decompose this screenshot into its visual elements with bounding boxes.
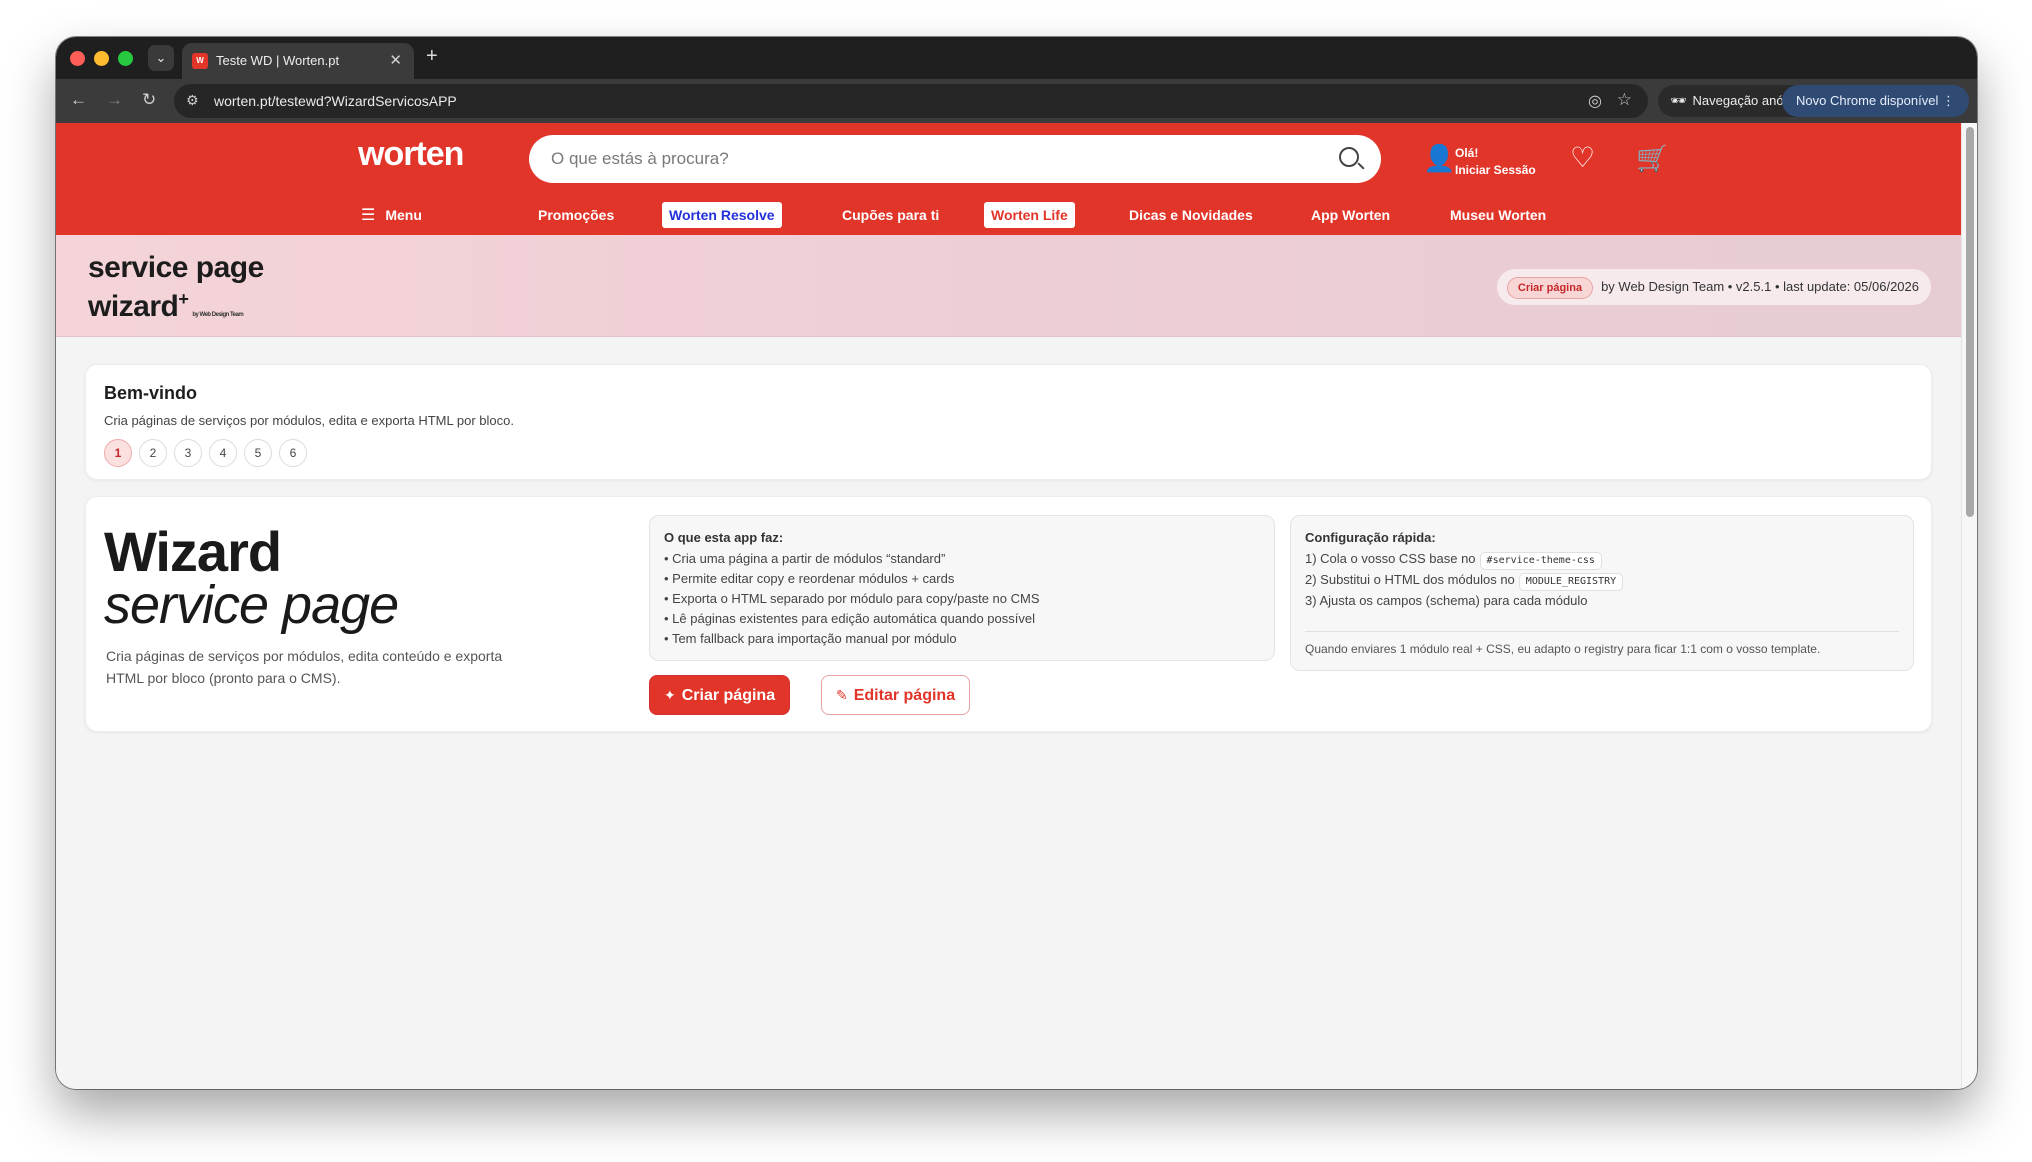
page-viewport: worten 👤 Olá! Iniciar Sessão ♡ 🛒 ☰ Menu P… [56, 123, 1961, 1089]
tab-bar: ⌄ W Teste WD | Worten.pt ✕ + [56, 37, 1977, 79]
reload-icon[interactable]: ↻ [142, 90, 156, 110]
scrollbar-thumb[interactable] [1966, 127, 1974, 517]
edit-page-label: Editar página [853, 687, 956, 704]
nav-dicas-novidades[interactable]: Dicas e Novidades [1122, 202, 1260, 228]
account-greeting: Olá! [1455, 146, 1479, 160]
maximize-window-button[interactable] [118, 51, 133, 66]
wizard-logo-line2: wizard+by Web Design Team [88, 283, 264, 331]
config-step-1-code: #service-theme-css [1479, 552, 1602, 570]
version-info: Criar página by Web Design Team • v2.5.1 … [1496, 269, 1931, 305]
divider [1305, 631, 1899, 632]
site-info-icon[interactable]: ⚙ [186, 92, 199, 109]
pencil-icon: ✎ [836, 687, 848, 703]
info-item: Tem fallback para importação manual por … [664, 629, 1260, 649]
url-text[interactable]: worten.pt/testewd?WizardServicosAPP [214, 93, 457, 109]
wizard-logo-by: by Web Design Team [192, 312, 244, 318]
main-nav: ☰ Menu Promoções Worten Resolve Cupões pa… [56, 195, 1961, 235]
wizard-logo: service page wizard+by Web Design Team [88, 253, 264, 331]
more-vert-icon: ⋮ [1941, 93, 1955, 108]
account-text: Olá! Iniciar Sessão [1455, 145, 1536, 179]
back-arrow-icon[interactable]: ← [70, 90, 87, 110]
info-title: O que esta app faz: [664, 530, 784, 545]
worten-logo[interactable]: worten [358, 135, 464, 174]
mode-badge: Criar página [1506, 276, 1594, 299]
nav-promocoes[interactable]: Promoções [531, 202, 621, 228]
chevron-down-icon: ⌄ [155, 50, 167, 65]
nav-worten-life[interactable]: Worten Life [984, 202, 1075, 228]
sparkles-icon: ✦ [664, 687, 676, 703]
quick-config-box: Configuração rápida: 1) Cola o vosso CSS… [1290, 515, 1914, 671]
incognito-icon: 🕶 [1670, 93, 1687, 108]
account-login: Iniciar Sessão [1455, 163, 1536, 177]
search-bar[interactable] [529, 135, 1381, 183]
config-note: Quando enviares 1 módulo real + CSS, eu … [1305, 642, 1821, 656]
config-step-1: 1) Cola o vosso CSS base no #service-them… [1305, 549, 1899, 570]
config-step-1-text: 1) Cola o vosso CSS base no [1305, 551, 1476, 566]
hero-subtitle: service page [104, 575, 399, 635]
hamburger-menu-icon: ☰ [361, 207, 376, 224]
create-page-button[interactable]: ✦ Criar página [649, 675, 791, 715]
step-6[interactable]: 6 [279, 439, 307, 467]
nav-worten-resolve[interactable]: Worten Resolve [662, 202, 782, 228]
welcome-title: Bem-vindo [104, 383, 198, 403]
close-tab-icon[interactable]: ✕ [389, 51, 402, 69]
bookmark-star-icon[interactable]: ☆ [1617, 90, 1632, 110]
step-5[interactable]: 5 [244, 439, 272, 467]
site-header: worten 👤 Olá! Iniciar Sessão ♡ 🛒 ☰ Menu P… [56, 123, 1961, 235]
search-input[interactable] [551, 135, 1311, 183]
heart-icon[interactable]: ♡ [1570, 141, 1595, 174]
wizard-logo-word: wizard [88, 290, 179, 323]
welcome-card: Bem-vindo Cria páginas de serviços por m… [85, 364, 1932, 480]
tab-title: Teste WD | Worten.pt [216, 53, 340, 68]
chrome-update-button[interactable]: Novo Chrome disponível ⋮ [1782, 85, 1969, 117]
step-3[interactable]: 3 [174, 439, 202, 467]
nav-cupoes[interactable]: Cupões para ti [835, 202, 946, 228]
info-item: Exporta o HTML separado por módulo para … [664, 589, 1260, 609]
forward-arrow-icon[interactable]: → [106, 90, 123, 110]
info-item: Cria uma página a partir de módulos “sta… [664, 549, 1260, 569]
info-item: Permite editar copy e reordenar módulos … [664, 569, 1260, 589]
cart-icon[interactable]: 🛒 [1636, 143, 1668, 174]
step-1[interactable]: 1 [104, 439, 132, 467]
browser-tab[interactable]: W Teste WD | Worten.pt ✕ [182, 43, 414, 79]
welcome-subtitle: Cria páginas de serviços por módulos, ed… [104, 413, 514, 428]
nav-app-worten[interactable]: App Worten [1304, 202, 1397, 228]
hero-description: Cria páginas de serviços por módulos, ed… [106, 648, 503, 686]
minimize-window-button[interactable] [94, 51, 109, 66]
nav-museu-worten[interactable]: Museu Worten [1443, 202, 1553, 228]
version-meta: by Web Design Team • v2.5.1 • last updat… [1601, 279, 1919, 294]
step-2[interactable]: 2 [139, 439, 167, 467]
config-step-2: 2) Substitui o HTML dos módulos no MODULE… [1305, 570, 1899, 591]
page-scrollbar[interactable] [1961, 123, 1977, 1089]
step-4[interactable]: 4 [209, 439, 237, 467]
browser-toolbar: ← → ↻ ⚙ worten.pt/testewd?WizardServicos… [56, 79, 1977, 123]
info-item: Lê páginas existentes para edição automá… [664, 609, 1260, 629]
address-bar[interactable]: ⚙ worten.pt/testewd?WizardServicosAPP ◎ … [174, 84, 1648, 118]
config-step-3: 3) Ajusta os campos (schema) para cada m… [1305, 593, 1588, 608]
edit-page-button[interactable]: ✎ Editar página [821, 675, 971, 715]
config-step-2-text: 2) Substitui o HTML dos módulos no [1305, 572, 1515, 587]
config-title: Configuração rápida: [1305, 530, 1436, 545]
wizard-banner: service page wizard+by Web Design Team C… [56, 235, 1961, 337]
tab-search-button[interactable]: ⌄ [148, 45, 174, 71]
hero-card: Wizard service page Cria páginas de serv… [85, 496, 1932, 732]
info-list: Cria uma página a partir de módulos “sta… [664, 549, 1260, 649]
search-icon[interactable] [1339, 147, 1359, 167]
step-indicator: 123456 [104, 439, 314, 467]
config-step-2-code: MODULE_REGISTRY [1518, 573, 1624, 591]
close-window-button[interactable] [70, 51, 85, 66]
create-page-label: Criar página [681, 687, 776, 704]
browser-window: ⌄ W Teste WD | Worten.pt ✕ + ← → ↻ ⚙ wor… [56, 37, 1977, 1089]
wizard-logo-plus: + [178, 289, 189, 309]
new-tab-button[interactable]: + [426, 45, 438, 68]
eye-off-icon[interactable]: ◎ [1588, 91, 1602, 111]
update-label: Novo Chrome disponível [1796, 93, 1939, 108]
wizard-logo-line1: service page [88, 251, 264, 284]
nav-menu[interactable]: ☰ Menu [354, 202, 429, 228]
nav-menu-label: Menu [385, 207, 422, 223]
user-icon: 👤 [1423, 143, 1456, 173]
app-info-box: O que esta app faz: Cria uma página a pa… [649, 515, 1275, 661]
worten-favicon-icon: W [192, 53, 208, 69]
